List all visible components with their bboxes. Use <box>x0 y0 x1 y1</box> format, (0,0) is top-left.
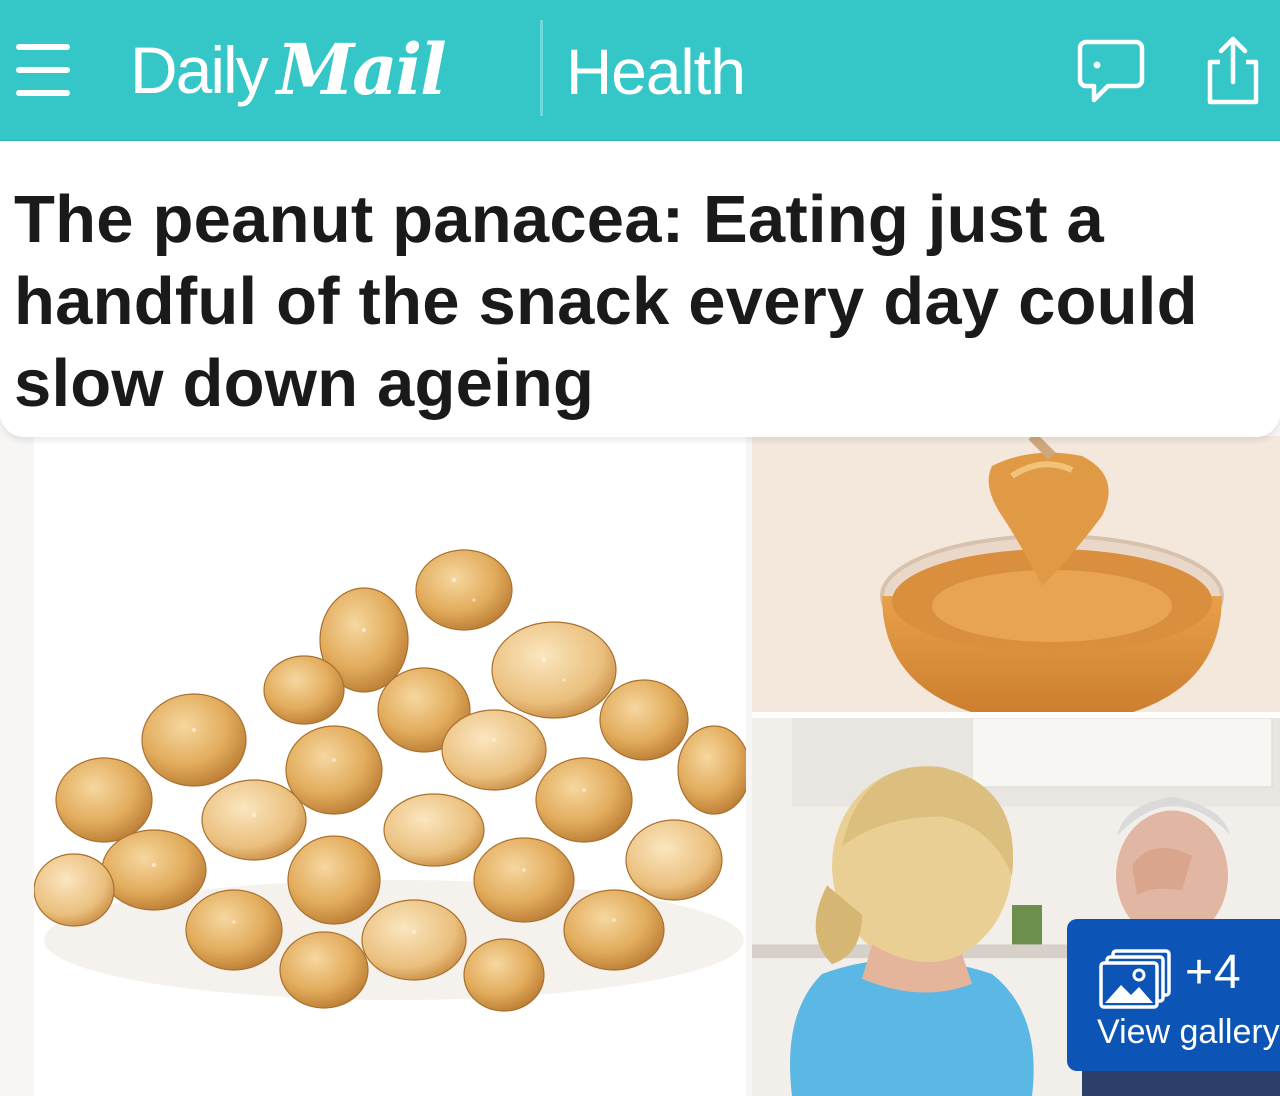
headline-card: The peanut panacea: Eating just a handfu… <box>0 141 1280 437</box>
section-label[interactable]: Health <box>566 32 746 112</box>
hamburger-menu-icon[interactable] <box>16 44 70 98</box>
site-logo[interactable]: Daily Mail <box>130 25 447 115</box>
share-icon <box>1207 36 1259 105</box>
header-divider <box>540 20 543 116</box>
logo-mail-text: Mail <box>276 28 447 111</box>
speech-bubble-icon <box>1077 39 1145 103</box>
logo-daily-text: Daily <box>130 33 269 107</box>
site-header: Daily Mail Health <box>0 0 1280 141</box>
view-gallery-button[interactable]: +4 View gallery <box>1067 919 1280 1071</box>
article-page: Daily Mail Health The peanut panacea: Eat… <box>0 0 1280 1096</box>
photo-gallery-icon <box>1099 949 1171 1009</box>
peanut-butter-illustration <box>752 436 1280 726</box>
share-button[interactable] <box>1196 34 1270 108</box>
gallery-label: View gallery <box>1097 1013 1280 1051</box>
article-headline[interactable]: The peanut panacea: Eating just a handfu… <box>14 179 1254 425</box>
peanuts-image[interactable] <box>34 420 746 1096</box>
comments-button[interactable] <box>1074 34 1148 108</box>
peanuts-illustration <box>34 420 746 1096</box>
peanut-butter-image[interactable] <box>752 436 1280 726</box>
gallery-count: +4 <box>1185 946 1242 999</box>
